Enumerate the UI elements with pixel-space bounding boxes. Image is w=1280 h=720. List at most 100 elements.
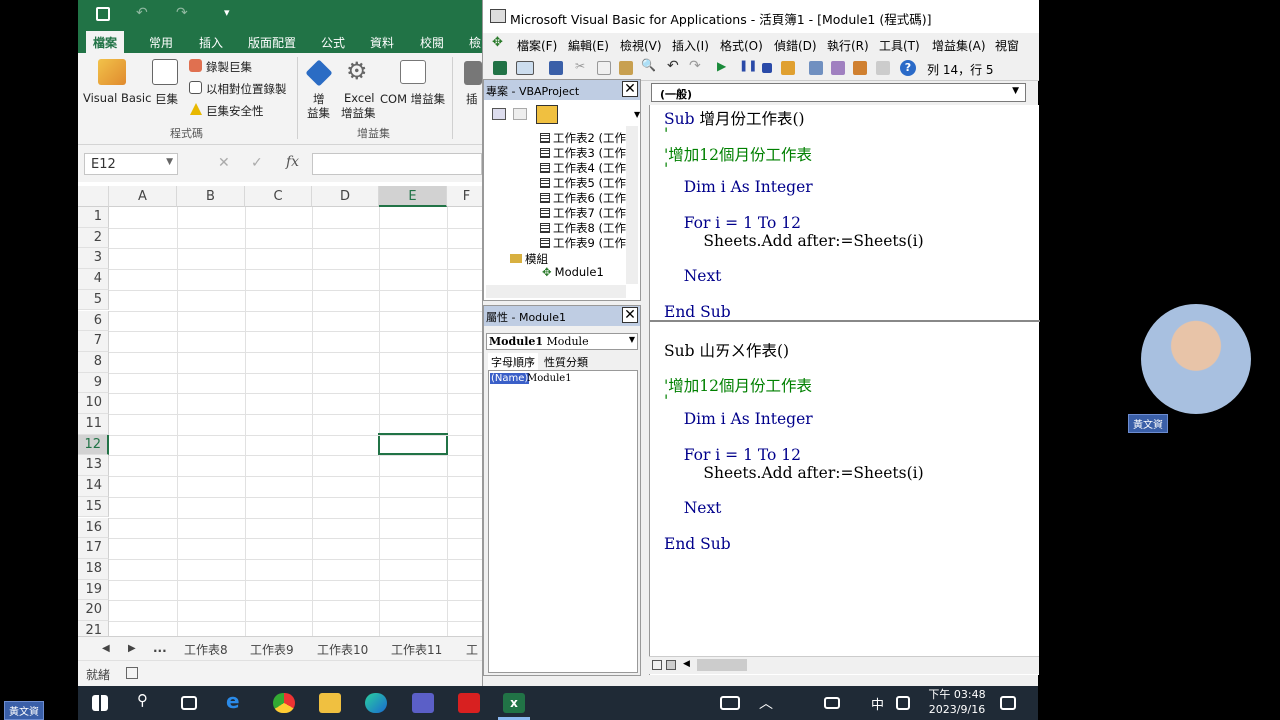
tab-review[interactable]: 校閱: [420, 34, 444, 51]
toggle-folders-icon[interactable]: [536, 105, 558, 124]
prev-sheet-icon[interactable]: ◀: [102, 643, 110, 654]
menu-file[interactable]: 檔案(F): [517, 37, 557, 54]
menu-format[interactable]: 格式(O): [720, 37, 763, 54]
paste-icon[interactable]: [619, 61, 633, 75]
row-header[interactable]: 13: [78, 455, 109, 477]
tree-item-sheet[interactable]: 工作表2 (工作: [540, 130, 626, 146]
enter-icon[interactable]: ✓: [251, 155, 263, 171]
ime-indicator[interactable]: 中: [871, 694, 884, 713]
next-sheet-icon[interactable]: ▶: [128, 643, 136, 654]
view-object-icon[interactable]: [513, 108, 527, 120]
column-header-e[interactable]: E: [379, 186, 447, 207]
row-header[interactable]: 11: [78, 414, 109, 435]
menu-view[interactable]: 檢視(V): [620, 37, 662, 54]
insert-controls-icon[interactable]: [464, 61, 482, 85]
redo-icon[interactable]: ↷: [176, 5, 188, 21]
redo-icon[interactable]: ↷: [689, 58, 703, 74]
row-header[interactable]: 3: [78, 248, 109, 270]
windows-start-icon[interactable]: [92, 695, 108, 711]
undo-icon[interactable]: ↶: [136, 5, 148, 21]
notifications-icon[interactable]: [1000, 696, 1016, 710]
com-addins-icon[interactable]: [400, 60, 426, 84]
teams-icon[interactable]: [412, 693, 434, 713]
record-macro-icon[interactable]: [189, 59, 202, 72]
tree-item-sheet[interactable]: 工作表9 (工作: [540, 235, 626, 251]
scroll-thumb[interactable]: [697, 659, 747, 671]
ime-mode-icon[interactable]: [896, 696, 910, 710]
relative-ref-icon[interactable]: [189, 81, 202, 94]
file-explorer-icon[interactable]: [319, 693, 341, 713]
row-header[interactable]: 7: [78, 331, 109, 352]
row-header[interactable]: 18: [78, 558, 109, 580]
record-macro-button[interactable]: 錄製巨集: [206, 59, 252, 75]
macro-security-button[interactable]: 巨集安全性: [206, 103, 264, 119]
save-icon[interactable]: [549, 61, 563, 75]
row-header[interactable]: 20: [78, 600, 109, 621]
column-header-d[interactable]: D: [312, 186, 379, 207]
excel-addins-icon[interactable]: ⚙: [346, 59, 368, 83]
tree-item-module1[interactable]: ✥ Module1: [542, 265, 604, 279]
prop-name-value[interactable]: Module1: [527, 373, 572, 384]
tree-item-sheet[interactable]: 工作表7 (工作: [540, 205, 626, 221]
sheet-tab-11[interactable]: 工作表11: [391, 641, 442, 658]
select-all-corner[interactable]: [78, 186, 109, 207]
edge-icon[interactable]: [365, 693, 387, 713]
tree-item-sheet[interactable]: 工作表5 (工作: [540, 175, 626, 191]
help-icon[interactable]: ?: [900, 60, 916, 76]
row-header[interactable]: 14: [78, 476, 109, 497]
reset-icon[interactable]: [762, 63, 772, 73]
column-header-b[interactable]: B: [177, 186, 245, 207]
menu-edit[interactable]: 編輯(E): [568, 37, 609, 54]
row-header[interactable]: 5: [78, 289, 109, 311]
object-combo[interactable]: (一般) ▼: [651, 83, 1026, 102]
tree-item-sheet[interactable]: 工作表4 (工作: [540, 160, 626, 176]
addins-icon[interactable]: [305, 59, 333, 87]
prop-name-key[interactable]: (Name): [490, 373, 530, 384]
addins-button-line2[interactable]: 益集: [307, 105, 330, 121]
view-code-icon[interactable]: [492, 108, 506, 120]
toolbox-icon[interactable]: [876, 61, 890, 75]
chrome-icon[interactable]: [273, 693, 295, 713]
full-module-view-icon[interactable]: [666, 660, 676, 670]
ie-icon[interactable]: e: [226, 689, 248, 713]
visual-basic-button[interactable]: Visual Basic: [83, 91, 151, 105]
macros-icon[interactable]: [152, 59, 178, 85]
macros-button[interactable]: 巨集: [155, 91, 178, 107]
accessibility-icon[interactable]: [126, 667, 138, 679]
pause-icon[interactable]: ❚❚: [739, 59, 757, 73]
chevron-up-icon[interactable]: ︿: [759, 693, 781, 713]
task-view-icon[interactable]: [181, 696, 197, 710]
copy-icon[interactable]: [597, 61, 611, 75]
menu-debug[interactable]: 偵錯(D): [774, 37, 817, 54]
tree-hscroll[interactable]: [486, 285, 626, 298]
sheet-tab-10[interactable]: 工作表10: [317, 641, 368, 658]
insert-controls-button[interactable]: 插: [466, 91, 478, 107]
insert-userform-icon[interactable]: [516, 61, 534, 75]
news-widget-icon[interactable]: [720, 696, 740, 710]
row-header[interactable]: 6: [78, 310, 109, 332]
cancel-icon[interactable]: ✕: [218, 155, 230, 171]
sheet-tab-8[interactable]: 工作表8: [184, 641, 228, 658]
find-icon[interactable]: 🔍: [641, 58, 656, 72]
search-icon[interactable]: ⚲: [137, 691, 159, 711]
name-box[interactable]: E12 ▼: [84, 153, 178, 175]
procedure-view-icon[interactable]: [652, 660, 662, 670]
menu-run[interactable]: 執行(R): [827, 37, 869, 54]
close-icon[interactable]: ✕: [622, 307, 638, 323]
tab-formulas[interactable]: 公式: [321, 34, 345, 51]
network-icon[interactable]: [824, 697, 840, 709]
chevron-down-icon[interactable]: ▼: [1012, 86, 1019, 96]
tab-data[interactable]: 資料: [370, 34, 394, 51]
clock[interactable]: 下午 03:48 2023/9/16: [922, 686, 992, 717]
close-icon[interactable]: ✕: [622, 81, 638, 97]
project-explorer-icon[interactable]: [809, 61, 823, 75]
object-browser-icon[interactable]: [853, 61, 867, 75]
row-header[interactable]: 12: [78, 434, 109, 456]
column-header-c[interactable]: C: [245, 186, 312, 207]
column-header-a[interactable]: A: [109, 186, 177, 207]
row-header[interactable]: 8: [78, 351, 109, 373]
properties-object-combo[interactable]: Module1 Module ▼: [486, 333, 638, 350]
row-header[interactable]: 2: [78, 227, 109, 249]
code-hscroll[interactable]: ◀: [649, 656, 1039, 674]
tab-view[interactable]: 檢: [469, 34, 481, 51]
